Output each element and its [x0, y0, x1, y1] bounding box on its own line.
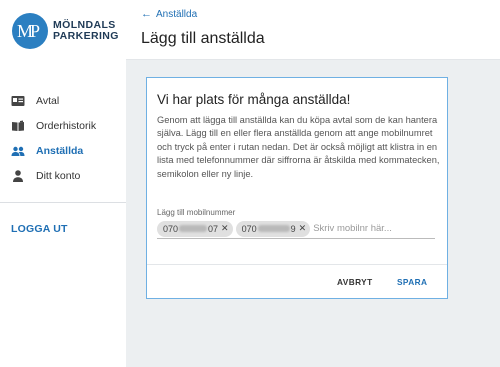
back-link[interactable]: ← Anställda — [141, 8, 197, 20]
chip-prefix: 070 — [163, 223, 179, 234]
back-link-label: Anställda — [156, 8, 198, 20]
field-label: Lägg till mobilnummer — [157, 208, 236, 217]
sidebar-item-label: Avtal — [36, 94, 60, 107]
person-icon — [11, 169, 25, 183]
main-content: ← Anställda Lägg till anställda Vi har p… — [126, 0, 500, 367]
sidebar-item-avtal[interactable]: Avtal — [0, 88, 126, 113]
card-title: Vi har plats för många anställda! — [157, 92, 351, 107]
close-icon[interactable]: ✕ — [299, 223, 307, 234]
phone-number-input[interactable] — [313, 223, 398, 234]
brand-line-2: PARKERING — [53, 30, 119, 42]
brand-logo[interactable]: M P MÖLNDALS PARKERING — [12, 13, 119, 49]
add-employees-card: Vi har plats för många anställda! Genom … — [146, 77, 448, 299]
phone-chip[interactable]: 070 9 ✕ — [235, 220, 311, 237]
arrow-left-icon: ← — [141, 8, 152, 20]
id-card-icon — [11, 94, 25, 108]
sidebar-divider — [0, 202, 126, 203]
sidebar-item-anstallda[interactable]: Anställda — [0, 138, 126, 163]
card-description: Genom att lägga till anställda kan du kö… — [157, 115, 440, 179]
sidebar: M P MÖLNDALS PARKERING Avtal Orderhistor… — [0, 0, 126, 367]
save-button[interactable]: SPARA — [397, 277, 427, 287]
sidebar-item-ditt-konto[interactable]: Ditt konto — [0, 163, 126, 188]
page-title: Lägg till anställda — [141, 30, 265, 47]
logout-link[interactable]: LOGGA UT — [11, 223, 68, 235]
redacted-digits — [179, 225, 208, 232]
sidebar-item-label: Orderhistorik — [36, 119, 97, 132]
phone-chip[interactable]: 070 07 ✕ — [157, 220, 233, 237]
svg-text:P: P — [30, 21, 40, 41]
chip-prefix: 070 — [241, 223, 257, 234]
phone-chip-field[interactable]: 070 07 ✕ 070 9 ✕ — [157, 219, 435, 239]
sidebar-item-label: Ditt konto — [36, 169, 81, 182]
cancel-button[interactable]: AVBRYT — [337, 277, 373, 287]
sidebar-item-orderhistorik[interactable]: Orderhistorik — [0, 113, 126, 138]
sidebar-item-label: Anställda — [36, 144, 84, 157]
sidebar-nav: Avtal Orderhistorik Anställda Ditt konto — [0, 88, 126, 188]
chip-suffix: 9 — [290, 223, 296, 234]
card-footer-divider — [147, 264, 447, 265]
mp-logo-icon: M P — [12, 13, 48, 49]
redacted-digits — [257, 225, 290, 232]
book-icon — [11, 119, 25, 133]
close-icon[interactable]: ✕ — [221, 223, 229, 234]
chip-suffix: 07 — [208, 223, 219, 234]
brand-name: MÖLNDALS PARKERING — [53, 20, 119, 42]
people-icon — [11, 144, 25, 158]
page-header: ← Anställda Lägg till anställda — [126, 0, 500, 60]
